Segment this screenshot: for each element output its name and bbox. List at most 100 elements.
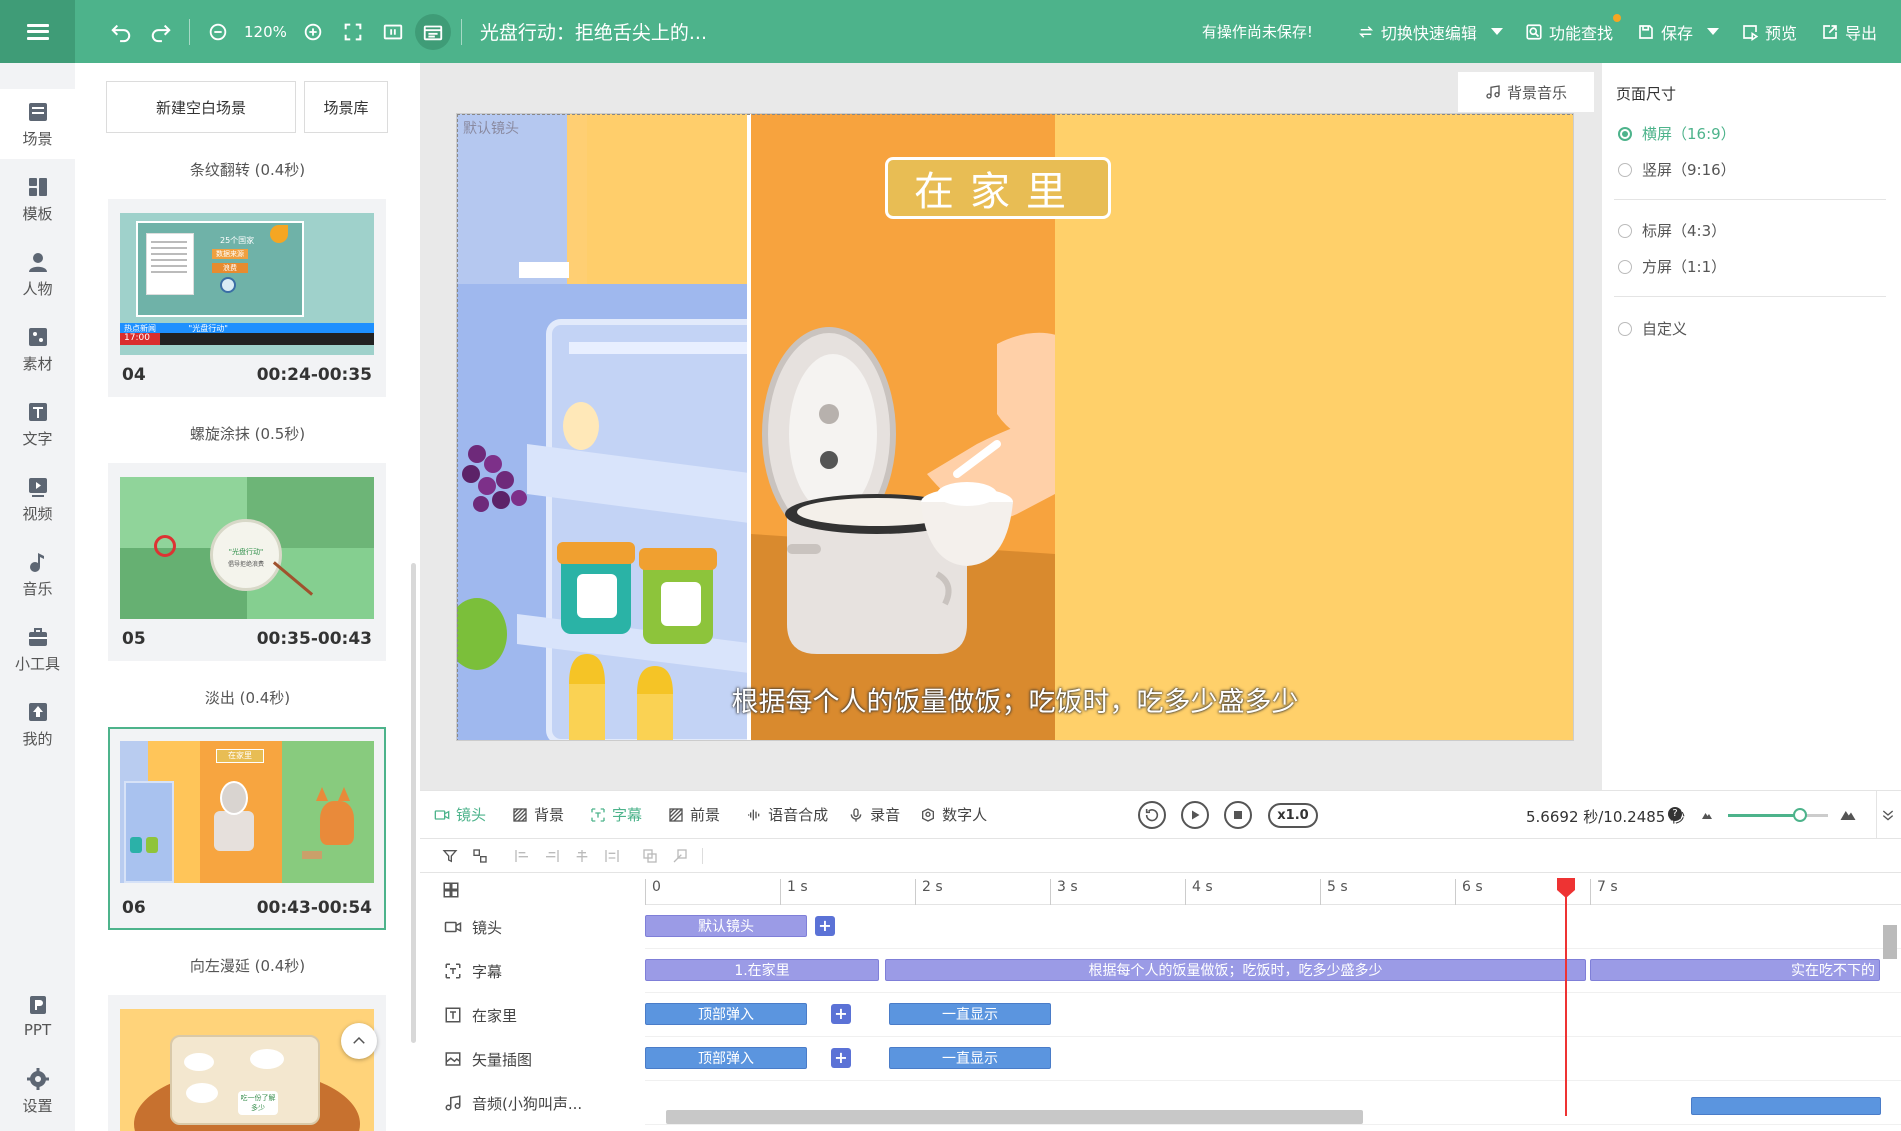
help-icon[interactable]: ? <box>1668 807 1682 821</box>
fit-button[interactable] <box>375 14 411 50</box>
subtitle-toggle-button[interactable] <box>414 13 451 50</box>
stage-sign-text[interactable]: 在家里 <box>885 157 1111 219</box>
nav-item-template[interactable]: 模板 <box>0 164 75 234</box>
menu-button[interactable] <box>0 0 75 63</box>
zoom-slider-knob[interactable] <box>1793 808 1807 822</box>
timeline-zoom-slider[interactable] <box>1728 808 1828 822</box>
nav-item-mine[interactable]: 我的 <box>0 689 75 759</box>
clip[interactable]: 1.在家里 <box>645 959 879 981</box>
radio-custom[interactable]: 自定义 <box>1618 318 1687 339</box>
radio-square[interactable]: 方屏（1:1） <box>1618 256 1726 277</box>
playhead[interactable] <box>1565 878 1567 1116</box>
clip[interactable]: 一直显示 <box>889 1047 1051 1069</box>
scene-card-07[interactable]: 吃一份了解多少 <box>108 995 386 1131</box>
zoom-in-mountain-icon[interactable] <box>1838 805 1858 823</box>
tab-digital-human[interactable]: 数字人 <box>920 804 987 825</box>
tab-foreground[interactable]: 前景 <box>668 804 720 825</box>
clip[interactable]: 一直显示 <box>889 1003 1051 1025</box>
stop-button[interactable] <box>1224 801 1252 829</box>
add-clip-button[interactable]: + <box>831 1048 851 1068</box>
tab-record[interactable]: 录音 <box>848 804 900 825</box>
track-audio[interactable]: 音频(小狗叫声... <box>420 1081 645 1125</box>
clip[interactable]: 实在吃不下的 <box>1590 959 1880 981</box>
playback-speed-button[interactable]: x1.0 <box>1268 803 1318 828</box>
transition-label[interactable]: 条纹翻转 (0.4秒) <box>75 159 420 180</box>
background-music-button[interactable]: 背景音乐 <box>1458 72 1594 112</box>
radio-landscape[interactable]: 横屏（16:9） <box>1618 123 1736 144</box>
transition-label[interactable]: 淡出 (0.4秒) <box>75 687 420 708</box>
scene-library-button[interactable]: 场景库 <box>304 81 388 133</box>
scene-card-04[interactable]: 25个国家 数据来源 浪费 热点新闻 "光盘行动" 17:00 04 00:24… <box>108 199 386 397</box>
zoom-in-button[interactable] <box>295 14 331 50</box>
audio-clip[interactable] <box>1691 1097 1881 1115</box>
image-icon <box>445 1052 461 1066</box>
radio-portrait[interactable]: 竖屏（9:16） <box>1618 159 1736 180</box>
tab-background[interactable]: 背景 <box>512 804 564 825</box>
scene-card-05[interactable]: "光盘行动" 倡导拒绝浪费 05 00:35-00:43 <box>108 463 386 661</box>
nav-item-person[interactable]: 人物 <box>0 239 75 309</box>
timeline-vertical-scrollbar[interactable] <box>1883 925 1897 959</box>
nav-item-ppt[interactable]: PPT <box>0 981 75 1051</box>
chevron-down-icon[interactable] <box>1490 28 1503 35</box>
chevron-down-icon[interactable] <box>1706 28 1719 35</box>
align-left-icon[interactable] <box>514 848 530 864</box>
timeline-ruler[interactable]: 0 1 s 2 s 3 s 4 s 5 s 6 s 7 s <box>645 873 1901 905</box>
transition-label[interactable]: 螺旋涂抹 (0.5秒) <box>75 423 420 444</box>
nav-item-music[interactable]: 音乐 <box>0 539 75 609</box>
save-button[interactable]: 保存 <box>1637 20 1693 44</box>
clip[interactable]: 顶部弹入 <box>645 1047 807 1069</box>
paste-icon[interactable] <box>672 848 688 864</box>
nav-item-scene[interactable]: 场景 <box>0 89 75 159</box>
scene-thumbnail: 吃一份了解多少 <box>120 1009 374 1131</box>
switch-quick-edit-button[interactable]: 切换快速编辑 <box>1357 20 1477 44</box>
scene-card-06[interactable]: 在家里 06 00:43-00:54 <box>108 727 386 930</box>
new-blank-scene-button[interactable]: 新建空白场景 <box>106 81 296 133</box>
export-button[interactable]: 导出 <box>1821 20 1877 44</box>
clip[interactable]: 根据每个人的饭量做饭；吃饭时，吃多少盛多少 <box>885 959 1586 981</box>
play-button[interactable] <box>1181 801 1209 829</box>
tab-subtitle[interactable]: 字幕 <box>590 804 642 825</box>
undo-button[interactable] <box>103 14 139 50</box>
filter-icon[interactable] <box>442 848 458 864</box>
track-vector-illustration[interactable]: 矢量插图 <box>420 1037 645 1081</box>
fullscreen-button[interactable] <box>335 14 371 50</box>
track-subtitle[interactable]: 字幕 <box>420 949 645 993</box>
zoom-out-button[interactable] <box>200 14 236 50</box>
group-icon[interactable] <box>472 848 488 864</box>
align-center-icon[interactable] <box>574 848 590 864</box>
track-label: 字幕 <box>472 962 503 981</box>
nav-item-text[interactable]: 文字 <box>0 389 75 459</box>
scene-panel-scrollbar[interactable] <box>411 563 416 1043</box>
nav-item-settings[interactable]: 设置 <box>0 1056 75 1126</box>
thumb-text: 在家里 <box>216 749 264 763</box>
radio-standard[interactable]: 标屏（4:3） <box>1618 220 1726 241</box>
tab-camera[interactable]: 镜头 <box>434 804 486 825</box>
copy-icon[interactable] <box>642 848 658 864</box>
track-label: 矢量插图 <box>472 1050 533 1069</box>
transition-label[interactable]: 向左漫延 (0.4秒) <box>75 955 420 976</box>
layers-icon[interactable] <box>442 881 460 899</box>
clip[interactable]: 顶部弹入 <box>645 1003 807 1025</box>
nav-item-video[interactable]: 视频 <box>0 464 75 534</box>
timeline-horizontal-scrollbar[interactable] <box>666 1110 1363 1124</box>
nav-item-toolbox[interactable]: 小工具 <box>0 614 75 684</box>
redo-button[interactable] <box>143 14 179 50</box>
track-camera[interactable]: 镜头 <box>420 905 645 949</box>
stage-subtitle[interactable]: 根据每个人的饭量做饭；吃饭时，吃多少盛多少 <box>457 680 1573 719</box>
add-clip-button[interactable]: + <box>831 1004 851 1024</box>
nav-item-material[interactable]: 素材 <box>0 314 75 384</box>
add-clip-button[interactable]: + <box>815 916 835 936</box>
distribute-icon[interactable] <box>604 848 620 864</box>
track-text-home[interactable]: 在家里 <box>420 993 645 1037</box>
document-title[interactable]: 光盘行动：拒绝舌尖上的... <box>480 18 707 45</box>
tab-tts[interactable]: 语音合成 <box>746 804 828 825</box>
align-right-icon[interactable] <box>544 848 560 864</box>
scroll-to-top-button[interactable] <box>341 1023 377 1059</box>
clip[interactable]: 默认镜头 <box>645 915 807 937</box>
replay-button[interactable] <box>1138 801 1166 829</box>
feature-search-button[interactable]: 功能查找 <box>1525 13 1621 44</box>
collapse-icon[interactable] <box>1880 807 1896 823</box>
stage-canvas[interactable]: 默认镜头 在家里 根据每个人的饭量做饭；吃饭时，吃多少盛多少 <box>456 113 1574 741</box>
zoom-out-mountain-icon[interactable] <box>1700 809 1714 821</box>
preview-button[interactable]: 预览 <box>1741 20 1797 44</box>
